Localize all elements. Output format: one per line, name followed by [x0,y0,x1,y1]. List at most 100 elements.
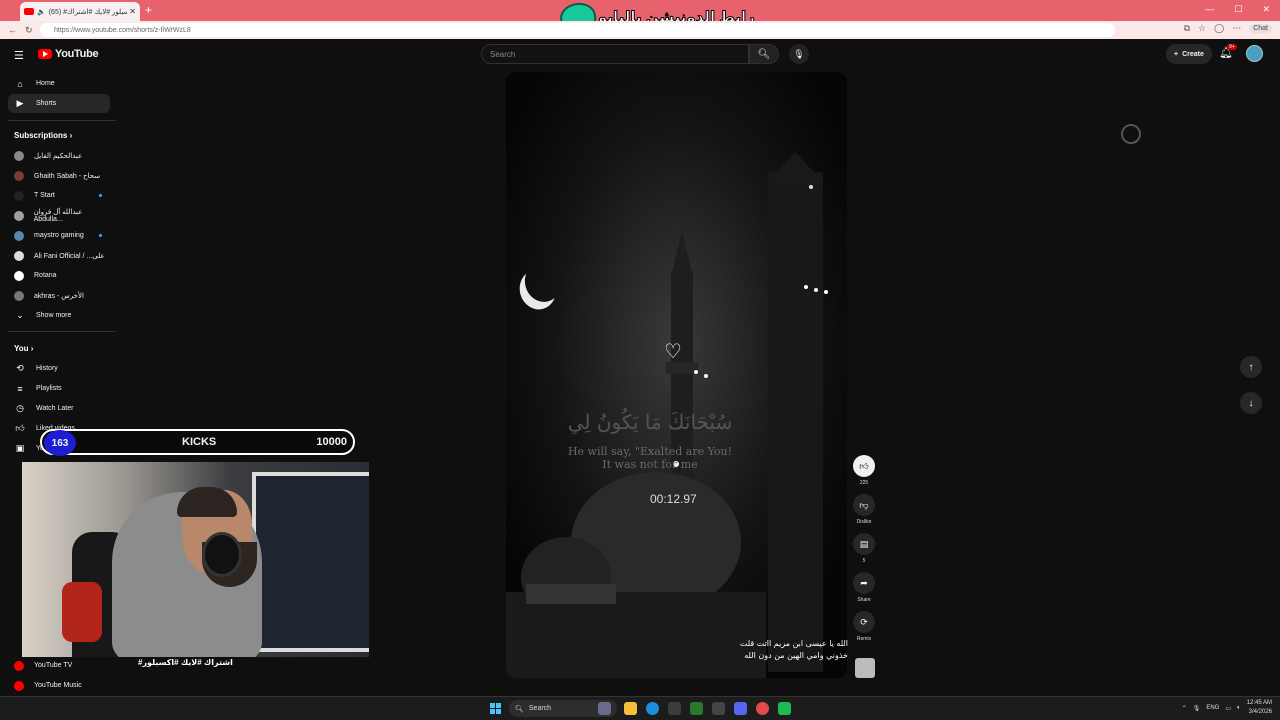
account-avatar[interactable] [1246,45,1263,62]
reload-icon[interactable]: ↻ [25,25,33,36]
bookmark-icon[interactable]: ☆ [1198,23,1206,34]
sidebar-subscription-item[interactable]: Ali Fani Official / ...على [8,246,110,265]
chat-button[interactable]: Chat [1249,24,1272,33]
search-placeholder: Search [490,49,516,59]
sidebar-subscription-item[interactable]: T Start [8,186,110,205]
sidebar-item-youtube-app[interactable]: YouTube Music [8,676,110,695]
playlists-icon: ≡ [17,383,23,394]
show-more-button[interactable]: ⌄ Show more [8,306,110,325]
sidebar-subscription-item[interactable]: عبدالحكيم الفايل [8,146,110,165]
maximize-icon[interactable]: ☐ [1234,4,1242,15]
new-tab-button[interactable]: + [145,3,152,17]
close-window-icon[interactable]: ✕ [1262,4,1270,15]
you-header[interactable]: You › [14,344,33,353]
youtube-logo[interactable]: YouTube [38,48,99,60]
task-view-icon[interactable] [598,702,611,715]
close-tab-icon[interactable]: ✕ [129,7,136,16]
windows-start-icon[interactable] [490,703,501,714]
mic-icon: 🎙︎ [793,48,805,59]
discord-icon[interactable] [734,702,747,715]
search-input[interactable]: Search [481,44,749,64]
profile-icon[interactable]: ◯ [1214,23,1224,34]
webcam-overlay [22,462,369,657]
clock[interactable]: 12:45 AM 3/4/2026 [1247,699,1272,717]
kicks-count: 163 [44,430,76,456]
volume-icon[interactable]: 🔈︎ [1237,705,1241,712]
network-icon[interactable]: ▭ [1225,705,1231,712]
watch-later-icon: ◷ [16,403,24,413]
sidebar-item-youtube-app[interactable]: YouTube TV [8,656,110,675]
subscription-label: maystro gaming [34,232,84,239]
kicks-goal-bar: 163 KICKS 10000 [40,429,355,456]
speaker-icon[interactable]: 🔈 [37,8,46,16]
sidebar-subscription-item[interactable]: akhras - الأخرس [8,286,110,305]
create-button[interactable]: + Create [1166,44,1212,64]
dislike-button[interactable]: 👎︎ Dislike [852,494,876,525]
subscriptions-header[interactable]: Subscriptions › [14,131,72,140]
back-icon[interactable]: ← [8,25,17,35]
shorts-icon: ▶ [16,98,24,108]
comment-count: 5 [862,558,866,564]
english-verse-overlay: He will say, "Exalted are You! It was no… [545,445,755,471]
edge-icon[interactable] [646,702,659,715]
store-icon[interactable] [668,702,681,715]
chevron-down-icon: ⌄ [16,310,24,320]
subscription-label: عبدالحكيم الفايل [34,152,83,160]
youtube-app-icon [14,660,24,671]
address-bar[interactable]: https://www.youtube.com/shorts/z-fiWrWzL… [40,23,1115,37]
menu-hamburger-icon[interactable]: ☰ [14,49,24,62]
menu-icon[interactable]: ⋯ [1232,23,1241,34]
sidebar-subscription-item[interactable]: عبدالله آل فروان Abdulla... [8,206,110,225]
minimize-icon[interactable]: — [1205,4,1214,15]
shorts-video-player[interactable] [506,72,847,678]
caption-line-2: خذوني وامي الهين من دون الله [744,651,848,660]
remix-label: Remix [856,636,872,642]
sidebar-item-label: YouTube TV [34,662,73,669]
remix-button[interactable]: ⟳ Remix [852,611,876,642]
app-icon[interactable] [778,702,791,715]
youtube-play-icon [38,49,52,59]
youtube-logo-text: YouTube [55,48,99,60]
sidebar-item-history[interactable]: ⟲ History [8,359,110,378]
sidebar-item-label: Playlists [36,385,62,392]
sidebar-item-playlists[interactable]: ≡ Playlists [8,379,110,398]
browser-tabstrip: 🔈 (65) #اكسبلور #لايك #اشتراك ✕ + رابط ا… [0,0,1280,34]
your-videos-icon: ▣ [15,443,25,453]
next-short-button[interactable]: ↓ [1240,392,1262,414]
sidebar-item-watch-later[interactable]: ◷ Watch Later [8,399,110,418]
like-icon: 👍︎ [15,423,25,433]
share-label: Share [857,597,871,603]
app-icon[interactable] [712,702,725,715]
like-count: 225 [859,480,869,486]
share-button[interactable]: ➦ Share [852,572,876,603]
file-explorer-icon[interactable] [624,702,637,715]
like-button[interactable]: 👍︎ 225 [852,455,876,486]
subscription-label: akhras - الأخرس [34,292,84,300]
search-button[interactable]: 🔍︎ [749,44,779,64]
sidebar-item-label: Home [36,80,55,87]
chrome-icon[interactable] [756,702,769,715]
sidebar-subscription-item[interactable]: Rotana [8,266,110,285]
loading-spinner-icon [1121,124,1141,144]
browser-tab[interactable]: 🔈 (65) #اكسبلور #لايك #اشتراك ✕ [20,2,140,21]
share-icon: ➦ [853,572,875,594]
voice-search-button[interactable]: 🎙︎ [789,44,809,64]
chevron-up-icon[interactable]: ⌃ [1182,705,1187,712]
history-icon: ⟲ [16,363,24,373]
previous-short-button[interactable]: ↑ [1240,356,1262,378]
comment-icon: ▤ [853,533,875,555]
headset-icon [202,532,242,577]
language-indicator[interactable]: ENG [1206,705,1219,711]
app-icon[interactable] [690,702,703,715]
sidebar-subscription-item[interactable]: maystro gaming [8,226,110,245]
sidebar-item-shorts[interactable]: ▶ Shorts [8,94,110,113]
sound-thumbnail[interactable] [855,658,875,678]
comments-button[interactable]: ▤ 5 [852,533,876,564]
mic-icon[interactable]: 🎙︎ [1193,705,1201,712]
channel-avatar [14,190,24,201]
extensions-icon[interactable]: ⧉ [1184,23,1190,34]
caption-line-1: الله يا عيسى ابن مريم ااتت قلت [739,639,848,648]
sidebar-subscription-item[interactable]: Ghaith Sabah - سحاح [8,166,110,185]
channel-avatar [14,250,24,261]
sidebar-item-home[interactable]: ⌂ Home [8,74,110,93]
